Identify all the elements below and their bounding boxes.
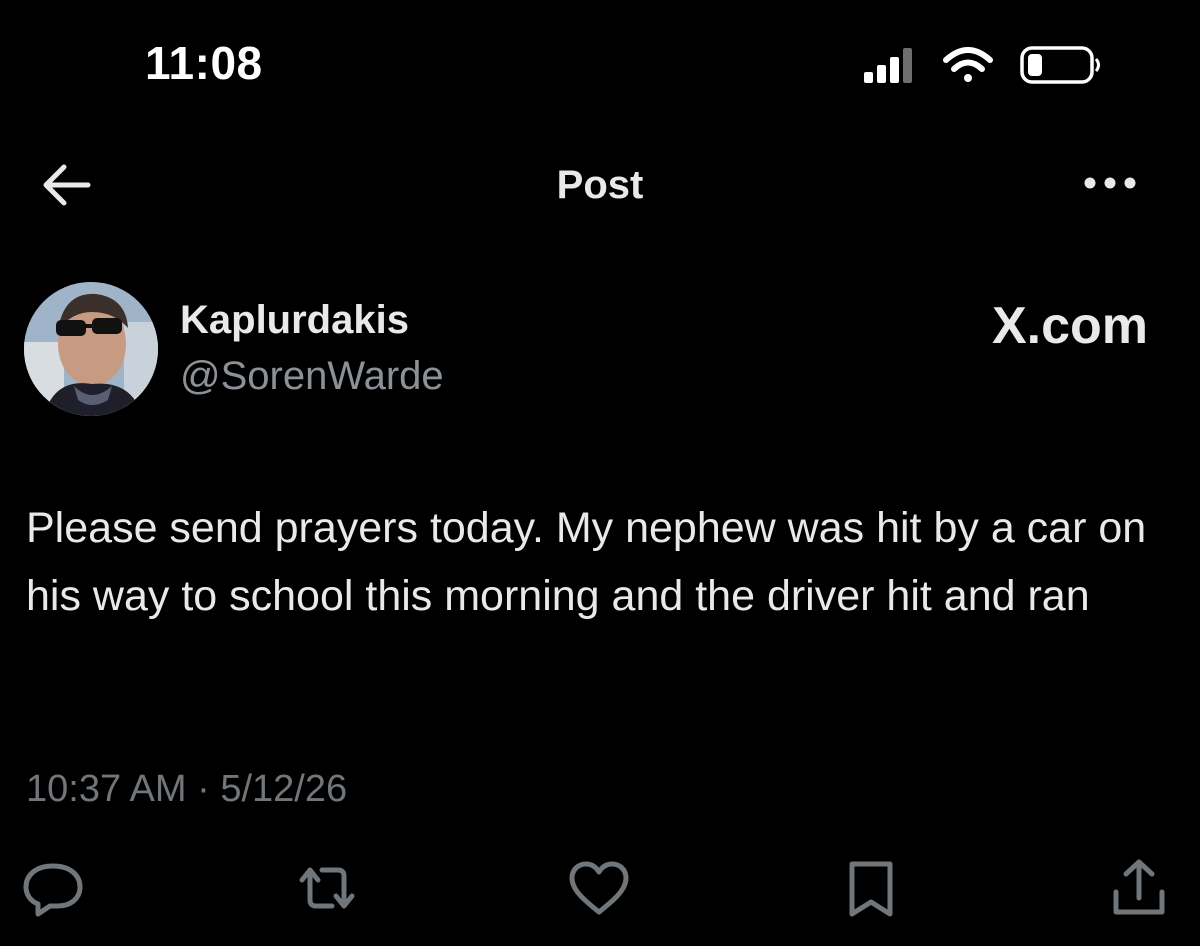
reply-button[interactable] xyxy=(18,858,88,918)
more-options-button[interactable] xyxy=(1080,168,1140,198)
bookmark-button[interactable] xyxy=(836,858,906,918)
like-button[interactable] xyxy=(564,858,634,918)
bookmark-icon xyxy=(849,861,893,917)
share-icon xyxy=(1113,859,1165,915)
repost-button[interactable] xyxy=(292,858,362,918)
x-com-watermark: X.com xyxy=(991,297,1148,355)
reply-icon xyxy=(23,863,83,917)
author-display-name[interactable]: Kaplurdakis xyxy=(180,298,409,343)
more-horizontal-icon xyxy=(1084,177,1136,189)
post-text: Please send prayers today. My nephew was… xyxy=(26,504,1147,620)
page-title: Post xyxy=(556,163,644,207)
battery-icon xyxy=(1020,46,1100,84)
like-icon xyxy=(569,861,629,915)
meta-separator: · xyxy=(186,768,221,810)
post-time: 10:37 AM xyxy=(26,768,187,810)
repost-icon xyxy=(299,867,355,909)
author-handle[interactable]: @SorenWarde xyxy=(180,354,444,399)
status-time: 11:08 xyxy=(145,37,263,89)
wifi-icon xyxy=(943,47,993,82)
post-date: 5/12/26 xyxy=(220,768,348,810)
status-icons xyxy=(860,42,1110,88)
share-button[interactable] xyxy=(1104,858,1174,918)
cellular-signal-icon xyxy=(864,48,912,83)
avatar[interactable] xyxy=(24,282,158,416)
post-timestamp[interactable]: 10:37 AM · 5/12/26 xyxy=(26,768,347,811)
